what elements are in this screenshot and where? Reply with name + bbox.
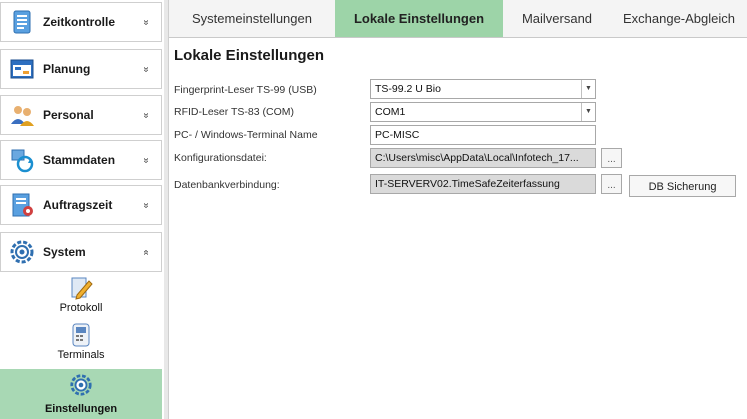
sidebar-group-label: Planung xyxy=(43,62,91,76)
sidebar-group-stammdaten[interactable]: Stammdaten » xyxy=(0,140,162,180)
terminal-name-input[interactable]: PC-MISC xyxy=(370,125,596,145)
sidebar-group-label: System xyxy=(43,245,86,259)
pencil-icon xyxy=(71,277,93,300)
rfid-reader-value: COM1 xyxy=(375,106,406,118)
document-icon xyxy=(13,10,31,34)
dropdown-arrow-icon[interactable]: ▼ xyxy=(581,103,595,121)
tab-lokale-einstellungen[interactable]: Lokale Einstellungen xyxy=(335,0,503,37)
sidebar-item-protokoll[interactable]: Protokoll xyxy=(0,272,162,322)
sidebar-group-auftragszeit[interactable]: Auftragszeit » xyxy=(0,185,162,225)
page-title: Lokale Einstellungen xyxy=(174,47,325,64)
db-backup-button[interactable]: DB Sicherung xyxy=(629,175,736,197)
db-connection-input[interactable]: IT-SERVERV02.TimeSafeZeiterfassung xyxy=(370,174,596,194)
sidebar-group-planung[interactable]: Planung » xyxy=(0,49,162,89)
sidebar-group-system[interactable]: System « xyxy=(0,232,162,272)
chevron-up-icon: « xyxy=(140,249,152,255)
main-content: Lokale Einstellungen Fingerprint-Leser T… xyxy=(169,38,747,419)
chevron-down-icon: » xyxy=(140,19,152,25)
config-file-label: Konfigurationsdatei: xyxy=(174,152,267,164)
sidebar-group-label: Auftragszeit xyxy=(43,198,113,212)
rfid-reader-select[interactable]: COM1 ▼ xyxy=(370,102,596,122)
sidebar-group-label: Zeitkontrolle xyxy=(43,15,116,29)
gear-icon xyxy=(70,374,92,396)
sidebar-item-terminals[interactable]: Terminals xyxy=(0,323,162,369)
terminal-name-label: PC- / Windows-Terminal Name xyxy=(174,129,318,141)
tab-mailversand[interactable]: Mailversand xyxy=(503,0,611,37)
chevron-down-icon: » xyxy=(140,157,152,163)
chevron-down-icon: » xyxy=(140,202,152,208)
config-file-browse-button[interactable]: ... xyxy=(601,148,622,168)
rfid-reader-label: RFID-Leser TS-83 (COM) xyxy=(174,106,294,118)
tab-bar: Systemeinstellungen Lokale Einstellungen… xyxy=(169,0,747,38)
sidebar-item-label: Protokoll xyxy=(59,302,103,314)
fingerprint-reader-label: Fingerprint-Leser TS-99 (USB) xyxy=(174,84,317,96)
chevron-down-icon: » xyxy=(140,112,152,118)
sidebar-group-label: Personal xyxy=(43,108,94,122)
sidebar: Zeitkontrolle » Planung » Personal » Sta… xyxy=(0,0,165,419)
sidebar-item-einstellungen[interactable]: Einstellungen xyxy=(0,369,162,419)
calendar-icon xyxy=(10,59,34,79)
sidebar-group-personal[interactable]: Personal » xyxy=(0,95,162,135)
db-connection-label: Datenbankverbindung: xyxy=(174,179,280,191)
fingerprint-reader-value: TS-99.2 U Bio xyxy=(375,83,441,95)
gear-icon xyxy=(10,240,34,264)
report-icon xyxy=(12,193,33,217)
sidebar-item-label: Terminals xyxy=(57,349,105,361)
db-connection-browse-button[interactable]: ... xyxy=(601,174,622,194)
terminal-icon xyxy=(72,323,90,347)
sidebar-group-zeitkontrolle[interactable]: Zeitkontrolle » xyxy=(0,2,162,42)
chevron-down-icon: » xyxy=(140,66,152,72)
dropdown-arrow-icon[interactable]: ▼ xyxy=(581,80,595,98)
config-file-input[interactable]: C:\Users\misc\AppData\Local\Infotech_17.… xyxy=(370,148,596,168)
fingerprint-reader-select[interactable]: TS-99.2 U Bio ▼ xyxy=(370,79,596,99)
sidebar-item-label: Einstellungen xyxy=(44,403,118,415)
sidebar-group-label: Stammdaten xyxy=(43,153,116,167)
tab-systemeinstellungen[interactable]: Systemeinstellungen xyxy=(169,0,335,37)
refresh-icon xyxy=(11,149,34,173)
tab-exchange-abgleich[interactable]: Exchange-Abgleich xyxy=(611,0,747,37)
people-icon xyxy=(11,106,34,126)
